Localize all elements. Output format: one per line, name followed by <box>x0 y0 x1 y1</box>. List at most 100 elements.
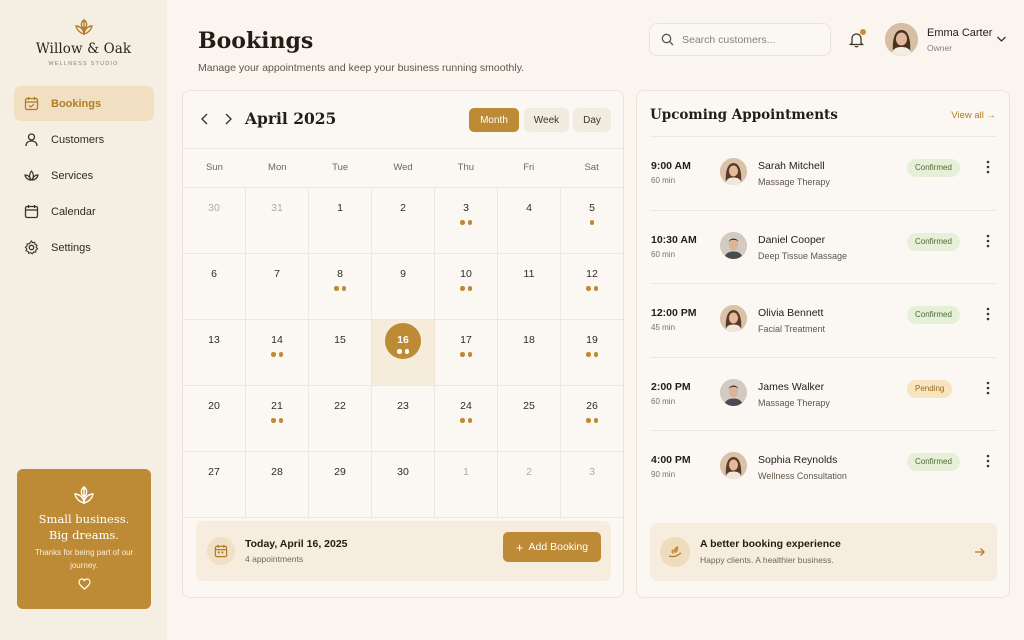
appointment-dot <box>404 349 409 354</box>
calendar-day[interactable]: 18 <box>498 320 561 385</box>
more-vertical-icon[interactable] <box>985 454 991 468</box>
more-vertical-icon[interactable] <box>985 381 991 395</box>
appointment-row[interactable]: 10:30 AM 60 min Daniel Cooper Deep Tissue M… <box>650 209 996 284</box>
calendar-day[interactable]: 14 <box>246 320 309 385</box>
sidebar: Willow & Oak WELLNESS STUDIO Bookings Cu… <box>0 0 167 640</box>
calendar-day[interactable]: 10 <box>435 254 498 319</box>
status-badge: Confirmed <box>907 232 960 251</box>
more-vertical-icon[interactable] <box>985 160 991 174</box>
sidebar-item-bookings[interactable]: Bookings <box>14 86 154 121</box>
sidebar-item-customers[interactable]: Customers <box>14 122 154 157</box>
search-input[interactable] <box>682 33 822 46</box>
calendar-day[interactable]: 25 <box>498 386 561 451</box>
sidebar-item-settings[interactable]: Settings <box>14 230 154 265</box>
view-day-button[interactable]: Day <box>573 108 611 132</box>
plus-icon: + <box>515 539 524 555</box>
calendar-week-row: 30 31 1 2 3 4 5 <box>183 188 623 254</box>
calendar-day[interactable]: 30 <box>372 452 435 517</box>
day-number: 7 <box>274 268 280 280</box>
add-booking-label: Add Booking <box>528 541 589 553</box>
search-box[interactable] <box>649 23 831 56</box>
chevron-right-icon[interactable] <box>221 111 235 127</box>
status-badge: Confirmed <box>907 453 960 471</box>
day-number: 4 <box>526 202 532 214</box>
weekday-label: Wed <box>393 162 413 173</box>
calendar-day[interactable]: 24 <box>435 386 498 451</box>
day-number: 8 <box>337 268 343 280</box>
today-date: Today, April 16, 2025 <box>245 538 348 550</box>
appointment-indicator <box>435 352 497 357</box>
view-week-button[interactable]: Week <box>524 108 569 132</box>
chevron-down-icon[interactable] <box>996 35 1007 43</box>
promo-text: Thanks for being part of our journey. <box>34 548 134 570</box>
weekday-label: Thu <box>457 162 475 173</box>
calendar-day[interactable]: 3 <box>435 188 498 253</box>
calendar-day[interactable]: 7 <box>246 254 309 319</box>
tip-banner[interactable]: A better booking experience Happy client… <box>650 523 997 581</box>
appointment-time: 2:00 PM <box>651 380 691 393</box>
calendar-day[interactable]: 30 <box>183 188 246 253</box>
view-all-link[interactable]: View all → <box>951 110 996 121</box>
calendar-day[interactable]: 22 <box>309 386 372 451</box>
calendar-day[interactable]: 13 <box>183 320 246 385</box>
calendar-day[interactable]: 27 <box>183 452 246 517</box>
calendar-day[interactable]: 8 <box>309 254 372 319</box>
appointment-row[interactable]: 4:00 PM 90 min Sophia Reynolds Wellness Con… <box>650 430 996 504</box>
calendar-day[interactable]: 9 <box>372 254 435 319</box>
calendar-day[interactable]: 6 <box>183 254 246 319</box>
appointment-dot <box>589 220 595 225</box>
gear-icon <box>24 240 39 255</box>
calendar-icon <box>24 204 39 219</box>
appointment-dot <box>593 352 598 357</box>
more-vertical-icon[interactable] <box>985 307 991 321</box>
calendar-day[interactable]: 4 <box>498 188 561 253</box>
calendar-day[interactable]: 21 <box>246 386 309 451</box>
day-number: 10 <box>460 268 472 280</box>
appointment-row[interactable]: 2:00 PM 60 min James Walker Massage Therapy… <box>650 356 996 431</box>
calendar-grid: 30 31 1 2 3 4 5 6 7 8 9 10 11 12 13 14 15 16 17 18 19 20 21 22 2… <box>183 188 623 518</box>
calendar-day[interactable]: 23 <box>372 386 435 451</box>
calendar-day[interactable]: 5 <box>561 188 623 253</box>
calendar-day[interactable]: 3 <box>561 452 623 517</box>
avatar[interactable] <box>885 23 918 56</box>
calendar-day[interactable]: 1 <box>435 452 498 517</box>
weekday-label: Sun <box>205 162 223 173</box>
sidebar-item-services[interactable]: Services <box>14 158 154 193</box>
add-booking-button[interactable]: + Add Booking <box>503 532 601 562</box>
calendar-day[interactable]: 29 <box>309 452 372 517</box>
calendar-day-today[interactable]: 16 <box>372 320 435 385</box>
calendar-day[interactable]: 20 <box>183 386 246 451</box>
view-month-button[interactable]: Month <box>469 108 519 132</box>
appointment-time: 4:00 PM <box>651 454 691 466</box>
calendar-day[interactable]: 12 <box>561 254 623 319</box>
calendar-day[interactable]: 31 <box>246 188 309 253</box>
calendar-day[interactable]: 2 <box>498 452 561 517</box>
service-name: Facial Treatment <box>758 324 826 334</box>
sidebar-item-calendar[interactable]: Calendar <box>14 194 154 229</box>
appointment-indicator <box>561 286 623 291</box>
calendar-day[interactable]: 17 <box>435 320 498 385</box>
calendar-day[interactable]: 1 <box>309 188 372 253</box>
calendar-day[interactable]: 11 <box>498 254 561 319</box>
calendar-check-icon <box>24 96 39 111</box>
brand-tagline: WELLNESS STUDIO <box>48 61 119 67</box>
appointment-row[interactable]: 9:00 AM 60 min Sarah Mitchell Massage Thera… <box>650 136 996 210</box>
appointment-dot <box>593 286 598 291</box>
calendar-day[interactable]: 15 <box>309 320 372 385</box>
calendar-day[interactable]: 26 <box>561 386 623 451</box>
more-vertical-icon[interactable] <box>985 234 991 248</box>
calendar-day[interactable]: 2 <box>372 188 435 253</box>
day-number: 3 <box>589 466 595 478</box>
weekday-label: Mon <box>268 162 287 173</box>
appointment-dot <box>467 286 472 291</box>
lotus-icon <box>24 168 39 183</box>
arrow-right-icon[interactable] <box>974 546 986 558</box>
appointment-row[interactable]: 12:00 PM 45 min Olivia Bennett Facial Treat… <box>650 283 996 357</box>
promo-title-line1: Small business. <box>38 512 130 526</box>
chevron-left-icon[interactable] <box>198 111 212 127</box>
calendar-day[interactable]: 28 <box>246 452 309 517</box>
sidebar-item-label: Customers <box>51 133 105 146</box>
customer-name: James Walker <box>758 380 825 393</box>
day-number: 19 <box>586 334 598 346</box>
calendar-day[interactable]: 19 <box>561 320 623 385</box>
